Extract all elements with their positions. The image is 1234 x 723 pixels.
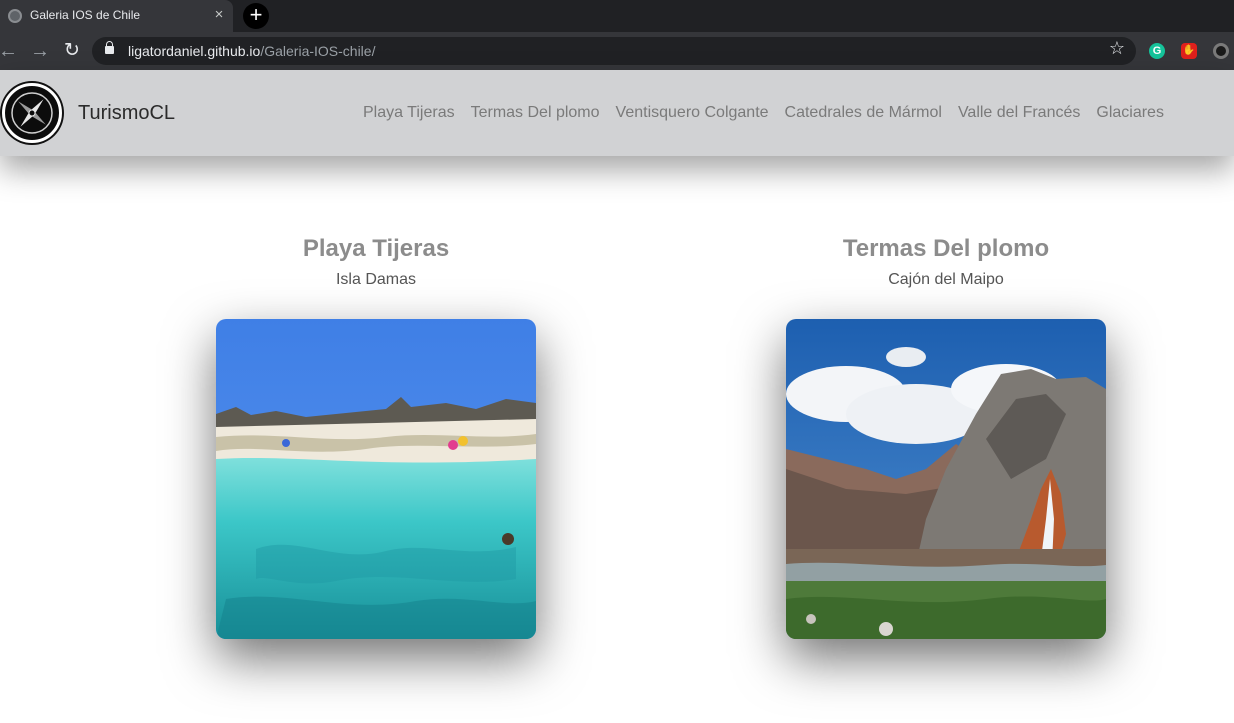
gallery: Playa Tijeras Isla Damas Termas Del plom…: [0, 156, 1234, 723]
nav-link-catedrales-de-marmol[interactable]: Catedrales de Mármol: [777, 104, 950, 122]
brand-name[interactable]: TurismoCL: [78, 102, 175, 125]
chrome-icon[interactable]: [1213, 43, 1229, 59]
url-path: /Galeria-IOS-chile/: [260, 43, 376, 59]
nav-link-ventisquero-colgante[interactable]: Ventisquero Colgante: [608, 104, 777, 122]
nav-link-termas-del-plomo[interactable]: Termas Del plomo: [463, 104, 608, 122]
gallery-card: Termas Del plomo Cajón del Maipo: [746, 234, 1146, 639]
browser-toolbar: ← → ↻ ligatordaniel.github.io/Galeria-IO…: [0, 32, 1234, 70]
nav-links: Playa Tijeras Termas Del plomo Ventisque…: [355, 104, 1172, 122]
grammarly-icon[interactable]: G: [1149, 43, 1165, 59]
hot-springs-photo[interactable]: [786, 319, 1106, 639]
beach-photo[interactable]: [216, 319, 536, 639]
nav-link-valle-del-frances[interactable]: Valle del Francés: [950, 104, 1088, 122]
gallery-card: Playa Tijeras Isla Damas: [176, 234, 576, 639]
url-text[interactable]: ligatordaniel.github.io/Galeria-IOS-chil…: [128, 43, 375, 59]
card-subtitle: Cajón del Maipo: [888, 271, 1004, 288]
nav-link-playa-tijeras[interactable]: Playa Tijeras: [355, 104, 463, 122]
back-icon[interactable]: ←: [0, 39, 20, 63]
forward-icon[interactable]: →: [28, 39, 52, 63]
new-tab-button[interactable]: +: [243, 3, 269, 29]
site-navbar: TurismoCL Playa Tijeras Termas Del plomo…: [0, 70, 1234, 156]
tab-title: Galeria IOS de Chile: [30, 8, 141, 22]
close-tab-icon[interactable]: ×: [210, 5, 228, 25]
compass-logo-icon[interactable]: [2, 83, 62, 143]
browser-tabstrip: Galeria IOS de Chile × +: [0, 0, 1234, 32]
adblock-icon[interactable]: ✋: [1181, 43, 1197, 59]
card-title: Termas Del plomo: [842, 235, 1050, 262]
url-host: ligatordaniel.github.io: [128, 43, 261, 59]
nav-link-glaciares[interactable]: Glaciares: [1088, 104, 1172, 122]
reload-icon[interactable]: ↻: [60, 39, 84, 63]
browser-tab-active[interactable]: Galeria IOS de Chile ×: [0, 0, 233, 32]
address-bar[interactable]: ligatordaniel.github.io/Galeria-IOS-chil…: [92, 37, 1136, 65]
star-icon[interactable]: ☆: [1106, 37, 1128, 59]
globe-icon: [8, 9, 22, 23]
lock-icon[interactable]: [105, 41, 114, 54]
card-subtitle: Isla Damas: [335, 271, 417, 288]
card-title: Playa Tijeras: [302, 235, 450, 262]
